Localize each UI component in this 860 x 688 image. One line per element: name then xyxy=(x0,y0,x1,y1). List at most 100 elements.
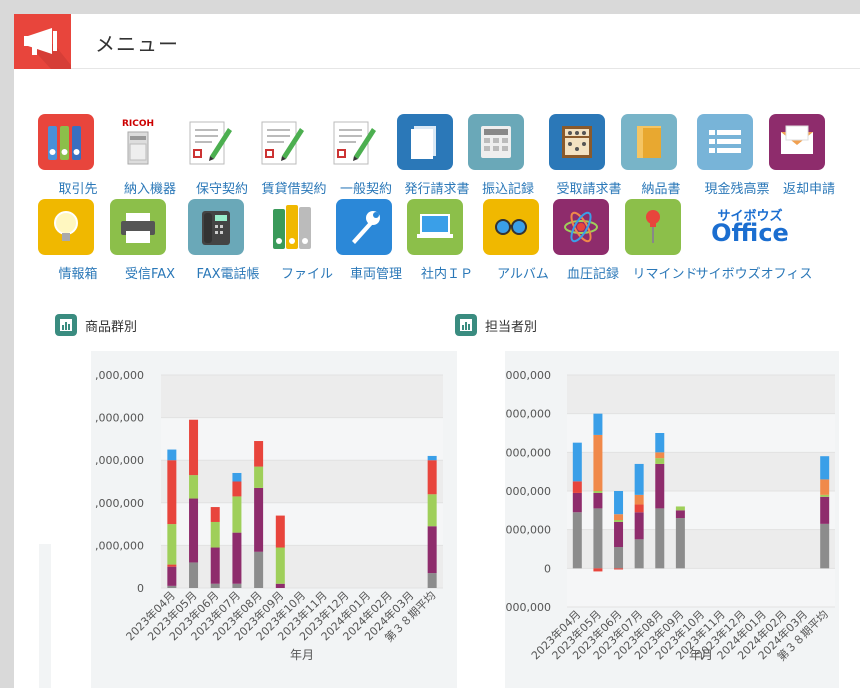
chart-left: ,000,000 ,000,000 ,000,000 ,000,000 ,000,000… xyxy=(95,369,443,662)
megaphone-icon[interactable] xyxy=(14,14,71,69)
bar-segment xyxy=(820,496,830,524)
wrench-icon xyxy=(336,199,392,255)
fax-printer-icon xyxy=(110,199,166,255)
bar-segment xyxy=(572,442,582,482)
bar-segment xyxy=(593,413,603,435)
bar-segment xyxy=(167,460,177,525)
y-tick-label: ,000,000 xyxy=(95,539,144,552)
bar-segment xyxy=(232,481,242,497)
bar-segment xyxy=(232,583,242,588)
documents-icon xyxy=(397,114,453,170)
plot-band xyxy=(161,375,443,418)
bar-segment xyxy=(593,434,603,491)
y-tick-label: ,000,000 xyxy=(95,369,144,382)
bar-segment xyxy=(593,568,603,572)
bar-segment xyxy=(655,508,665,569)
y-tick-label: 000,000 xyxy=(506,485,552,498)
bar-segment xyxy=(614,514,624,520)
copier-icon: RICOH xyxy=(110,114,166,170)
y-tick-label: ,000,000 xyxy=(95,454,144,467)
panel-title: 商品群別 xyxy=(85,319,138,335)
app-label: 返却申請 xyxy=(782,182,835,197)
plot-band xyxy=(161,502,443,546)
bar-segment xyxy=(232,532,242,584)
bar-segment xyxy=(254,441,264,467)
atom-icon xyxy=(553,199,609,255)
y-tick-label: 000,000 xyxy=(506,369,552,382)
header: メニュー xyxy=(14,14,860,69)
bar-segment xyxy=(593,491,603,493)
bar-segment xyxy=(254,551,264,588)
bar-segment xyxy=(427,526,437,574)
bar-segment xyxy=(254,466,264,488)
lightbulb-icon xyxy=(38,199,94,255)
plot-band xyxy=(567,529,835,569)
bar-segment xyxy=(593,492,603,509)
bar-segment xyxy=(427,455,437,461)
bar-segment xyxy=(427,460,437,495)
bar-segment xyxy=(634,504,644,513)
plot-band xyxy=(567,375,835,414)
bar-segment xyxy=(189,498,199,563)
bar-segment xyxy=(634,512,644,540)
bar-segment xyxy=(167,585,177,588)
bar-segment xyxy=(634,463,644,495)
bar-segment xyxy=(614,568,624,570)
bar-segment xyxy=(820,479,830,495)
panel-header-right: 担当者別 xyxy=(455,314,537,336)
bar-segment xyxy=(572,512,582,569)
y-tick-label: 0 xyxy=(137,582,144,595)
bar-segment xyxy=(572,481,582,493)
bar-segment xyxy=(675,510,685,519)
bar-segment xyxy=(634,539,644,569)
bar-segment xyxy=(189,419,199,476)
y-tick-label: 000,000 xyxy=(506,524,552,537)
pushpin-icon xyxy=(625,199,681,255)
bar-segment xyxy=(167,449,177,461)
y-tick-label: 000,000 xyxy=(506,446,552,459)
bar-segment xyxy=(675,518,685,569)
bar-segment xyxy=(275,583,285,588)
envelope-icon xyxy=(769,114,825,170)
bar-segment xyxy=(614,520,624,522)
bar-segment xyxy=(210,583,220,588)
plot-band xyxy=(567,413,835,453)
laptop-icon xyxy=(407,199,463,255)
bar-segment xyxy=(572,492,582,513)
bar-segment xyxy=(210,507,220,522)
glasses-icon xyxy=(483,199,539,255)
y-tick-label: 000,000 xyxy=(506,408,552,421)
list-icon xyxy=(697,114,753,170)
contract-doc-icon xyxy=(254,114,310,170)
bar-segment xyxy=(820,456,830,480)
plot-band xyxy=(161,460,443,503)
bar-segment xyxy=(614,521,624,548)
panel-title: 担当者別 xyxy=(485,319,538,335)
bar-segment xyxy=(210,547,220,584)
y-tick-label: ,000,000 xyxy=(95,412,144,425)
chart-shadow xyxy=(39,544,51,688)
bar-segment xyxy=(614,491,624,515)
bar-segment xyxy=(167,524,177,565)
bar-segment xyxy=(820,494,830,497)
bar-segment xyxy=(655,452,665,459)
chart-right: 000,000 000,000 000,000 000,000 000,000 0 000,… xyxy=(506,369,835,664)
bar-chart-icon xyxy=(455,314,477,336)
plot-band xyxy=(567,568,835,607)
bar-segment xyxy=(210,521,220,548)
bar-segment xyxy=(820,523,830,569)
bar-segment xyxy=(655,433,665,453)
plot-band xyxy=(161,417,443,461)
bar-segment xyxy=(655,458,665,464)
svg-text:RICOH: RICOH xyxy=(122,119,154,129)
y-tick-label: 000,000 xyxy=(506,601,552,614)
bar-segment xyxy=(634,494,644,505)
y-tick-label: 0 xyxy=(544,562,551,575)
contract-doc-icon xyxy=(182,114,238,170)
panel-header-left: 商品群別 xyxy=(55,314,137,336)
binders-icon xyxy=(38,114,94,170)
file-binders-icon xyxy=(267,199,323,255)
plot-band xyxy=(567,452,835,491)
bar-segment xyxy=(593,508,603,569)
contract-doc-icon xyxy=(326,114,382,170)
